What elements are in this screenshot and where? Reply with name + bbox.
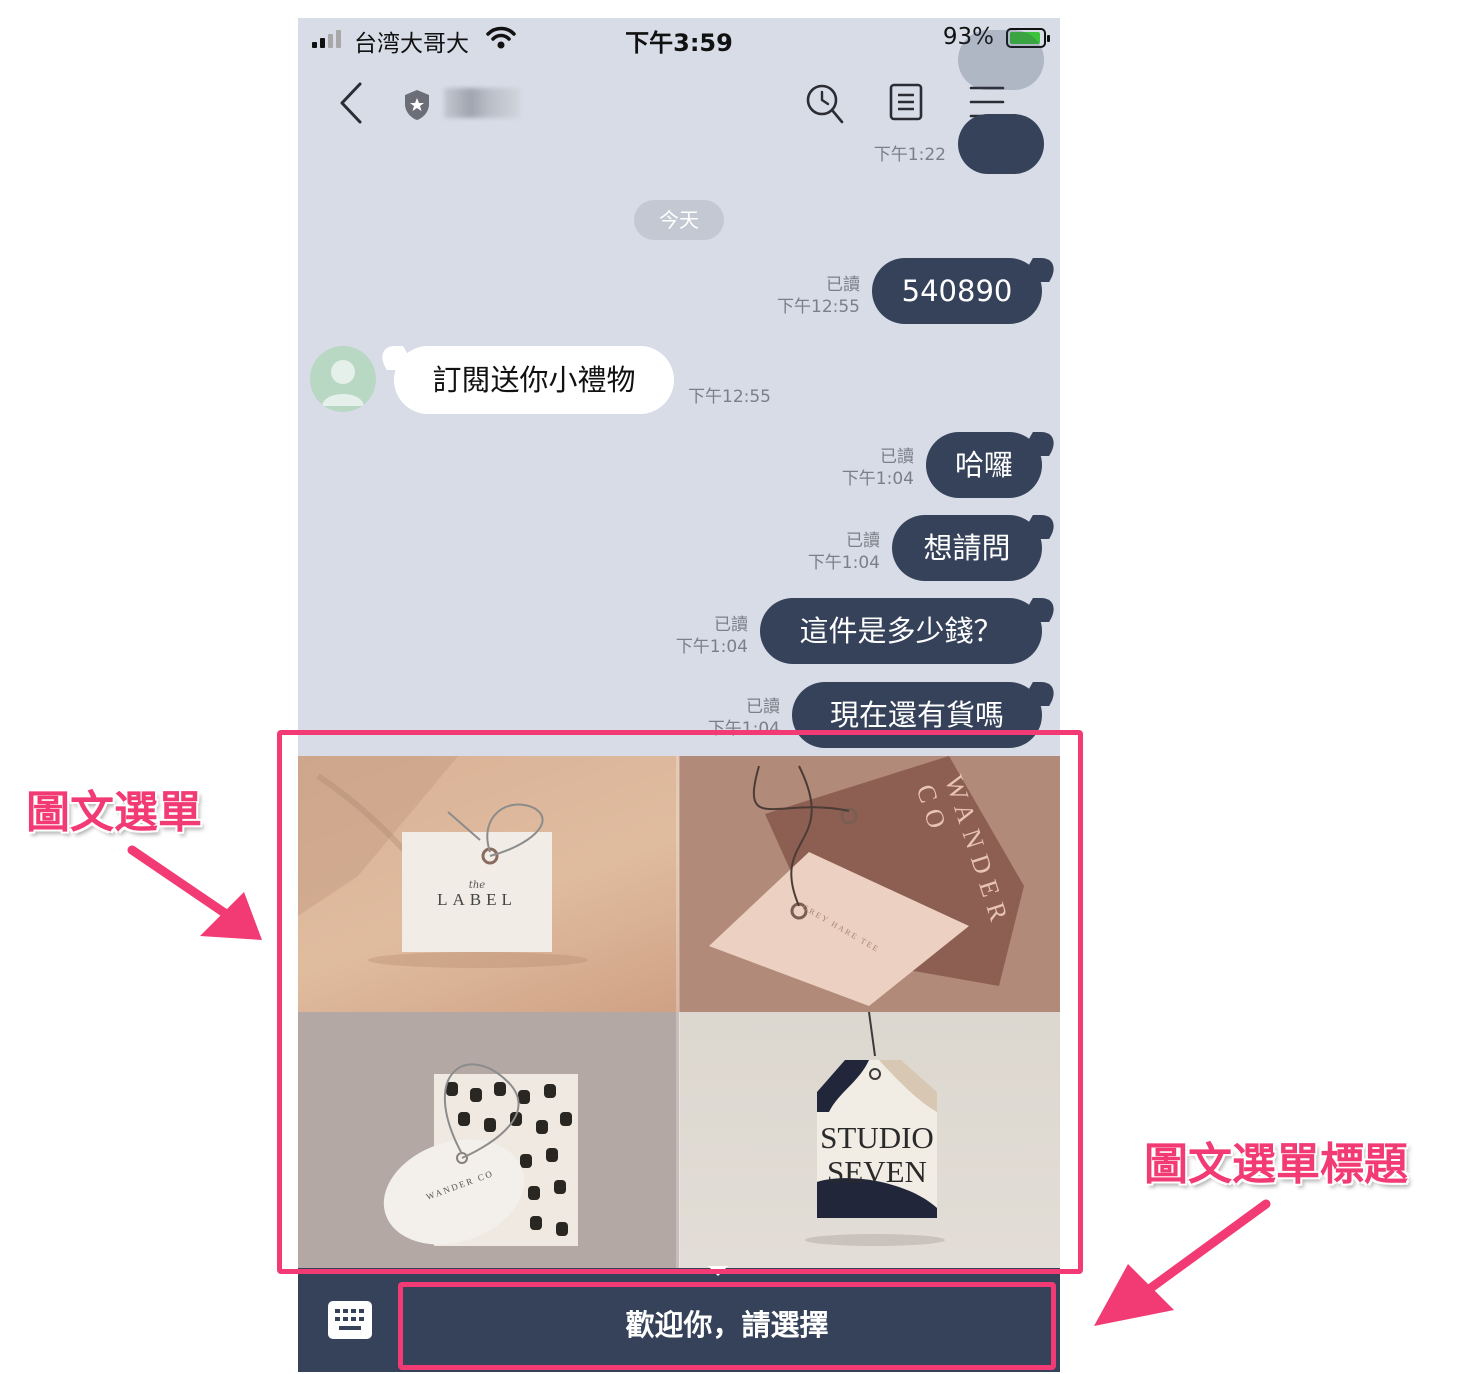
message-bubble-outgoing [958,30,1044,90]
read-receipt: 已讀 [880,447,914,467]
message-bubble-outgoing[interactable]: 想請問 [892,515,1042,581]
message-time: 下午1:22 [873,145,946,165]
message-meta: 已讀 下午1:04 [638,614,748,658]
message-meta: 已讀 下午1:04 [804,446,914,490]
keyboard-icon[interactable] [328,1301,372,1339]
chat-header [298,70,1060,140]
search-history-icon[interactable] [804,82,846,126]
back-icon[interactable] [336,80,366,126]
message-time: 下午12:55 [777,297,860,317]
status-bar: 台湾大哥大 下午3:59 93% [298,18,1060,62]
arrow-icon [127,845,262,940]
message-bubble-outgoing[interactable]: 這件是多少錢？ [760,598,1042,664]
date-separator: 今天 [634,200,724,240]
annotation-rich-menu-title: 圖文選單標題 [1144,1139,1408,1190]
message-bubble-outgoing[interactable]: 540890 [872,258,1042,324]
shield-icon [405,90,429,120]
message-time: 下午1:04 [675,637,748,657]
read-receipt: 已讀 [746,697,780,717]
message-time: 下午1:04 [807,553,880,573]
message-bubble-outgoing [958,114,1044,174]
arrow-icon [1094,1199,1271,1326]
annotation-rich-menu: 圖文選單 [26,787,202,838]
rich-menu-highlight [277,730,1083,1274]
message-time: 下午1:04 [841,469,914,489]
read-receipt: 已讀 [714,615,748,635]
message-bubble-outgoing[interactable]: 哈囉 [926,432,1042,498]
read-receipt: 已讀 [826,275,860,295]
chat-name-blurred [444,88,520,118]
user-silhouette-icon [322,360,364,406]
message-meta: 已讀 下午12:55 [738,274,860,318]
notes-icon[interactable] [888,82,924,122]
message-bubble-incoming[interactable]: 訂閱送你小禮物 [394,346,674,414]
rich-menu-title-highlight [398,1282,1056,1370]
avatar[interactable] [310,346,376,412]
message-meta: 已讀 下午1:04 [770,530,880,574]
read-receipt: 已讀 [846,531,880,551]
message-time: 下午12:55 [688,387,771,407]
